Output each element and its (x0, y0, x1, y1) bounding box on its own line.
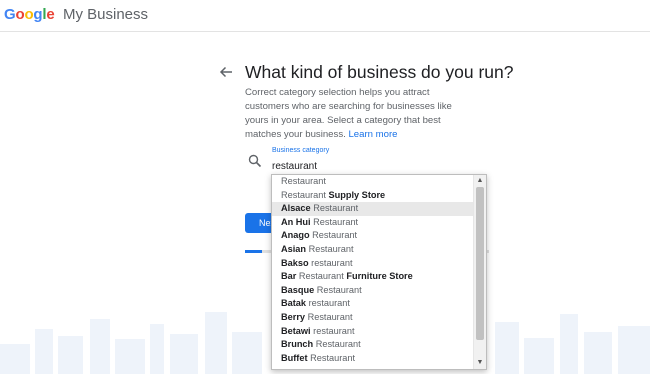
suggestion-match-text: Bar (281, 271, 297, 282)
suggestion-item[interactable]: Anago Restaurant (272, 229, 474, 243)
progress-bar-fill (245, 250, 263, 253)
suggestion-item[interactable]: Restaurant Supply Store (272, 189, 474, 203)
suggestion-match-text: Batak (281, 298, 307, 309)
category-suggestions-dropdown[interactable]: Restaurant Restaurant Supply Store Alsace … (271, 174, 487, 370)
suggestion-query-text: restaurant (310, 325, 355, 336)
suggestion-query-text: Restaurant (281, 189, 326, 200)
google-logo[interactable]: Google (4, 6, 55, 23)
logo-letter: o (24, 6, 34, 23)
suggestion-item[interactable]: Batak restaurant (272, 297, 474, 311)
suggestion-item[interactable]: Alsace Restaurant (272, 202, 474, 216)
suggestion-query-text: Restaurant (305, 311, 353, 322)
logo-letter: G (4, 6, 16, 23)
suggestion-query-text: Restaurant (281, 176, 326, 186)
search-icon (248, 154, 262, 168)
suggestion-query-text: Restaurant (310, 203, 359, 214)
suggestion-item[interactable]: Betawi restaurant (272, 325, 474, 339)
suggestion-item[interactable]: Restaurant (272, 175, 474, 189)
suggestion-item[interactable]: Bar Restaurant Furniture Store (272, 270, 474, 284)
suggestion-item[interactable]: Asian Restaurant (272, 243, 474, 257)
suggestion-item[interactable]: Buffet Restaurant (272, 352, 474, 366)
logo-letter: g (33, 6, 43, 23)
suggestion-list: Restaurant Restaurant Supply Store Alsace … (272, 175, 474, 365)
suggestion-query-text: Restaurant (296, 271, 344, 282)
suggestion-match-text: Bakso (281, 257, 309, 268)
suggestion-query-text: Restaurant (307, 352, 356, 363)
back-arrow-icon[interactable] (218, 64, 234, 80)
suggestion-query-text: Restaurant (314, 284, 362, 295)
suggestion-query-text: Restaurant (310, 216, 359, 227)
suggestion-match-text: Brunch (281, 339, 314, 350)
logo-letter: e (46, 6, 55, 23)
suggestion-match-text: Furniture Store (343, 271, 413, 282)
suggestion-item[interactable]: Bakso restaurant (272, 257, 474, 271)
scroll-up-arrow-icon[interactable]: ▲ (474, 175, 486, 187)
suggestion-item[interactable]: Basque Restaurant (272, 284, 474, 298)
suggestion-match-text: Asian (281, 243, 307, 254)
suggestion-query-text: Restaurant (309, 230, 358, 241)
scroll-down-arrow-icon[interactable]: ▼ (474, 357, 486, 369)
suggestion-match-text: Basque (281, 284, 315, 295)
suggestion-match-text: Betawi (281, 325, 311, 336)
learn-more-link[interactable]: Learn more (348, 129, 397, 140)
suggestion-query-text: Restaurant (306, 243, 354, 254)
page-title: What kind of business do you run? (245, 62, 514, 82)
suggestion-query-text: restaurant (308, 257, 353, 268)
suggestion-query-text: restaurant (306, 298, 350, 309)
suggestion-item[interactable]: An Hui Restaurant (272, 216, 474, 230)
logo-letter: o (15, 6, 25, 23)
suggestion-match-text: Supply Store (325, 189, 386, 200)
suggestion-match-text: An Hui (281, 216, 311, 227)
top-bar: Google My Business (0, 0, 650, 32)
description-text: Correct category selection helps you att… (245, 86, 475, 142)
product-name: My Business (63, 6, 149, 23)
suggestion-item[interactable]: Brunch Restaurant (272, 338, 474, 352)
suggestion-match-text: Alsace (281, 203, 311, 214)
suggestion-match-text: Anago (281, 230, 310, 241)
suggestion-match-text: Buffet (281, 352, 308, 363)
suggestion-item[interactable]: Berry Restaurant (272, 311, 474, 325)
dropdown-scrollbar[interactable]: ▲ ▼ (473, 175, 486, 369)
suggestion-query-text: Restaurant (313, 339, 361, 350)
suggestion-match-text: Berry (281, 311, 306, 322)
scroll-thumb[interactable] (476, 187, 484, 340)
business-category-label: Business category (272, 147, 330, 154)
